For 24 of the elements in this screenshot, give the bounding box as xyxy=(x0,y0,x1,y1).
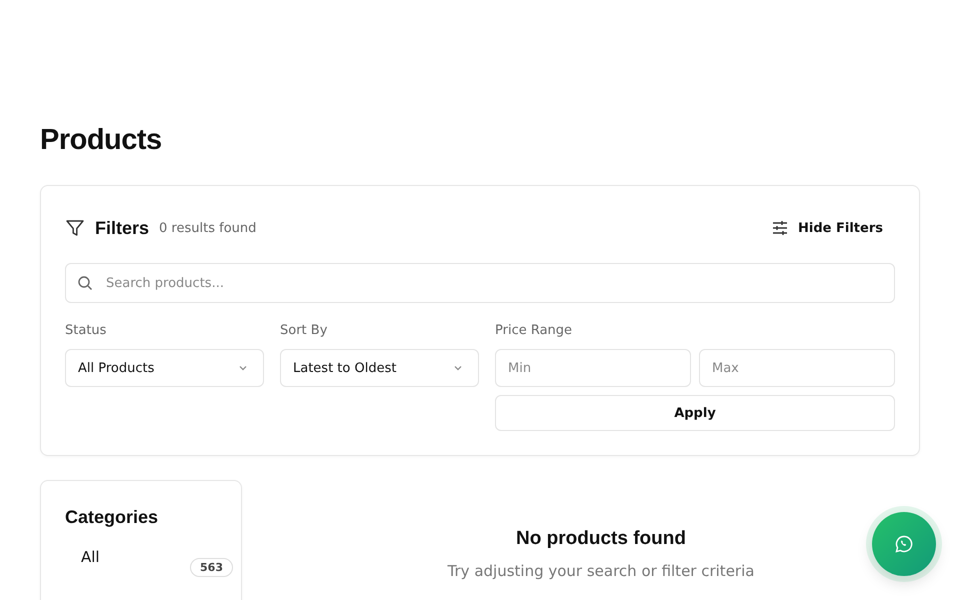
price-range-label: Price Range xyxy=(495,323,574,338)
empty-state-message: Try adjusting your search or filter criteria xyxy=(448,562,754,580)
status-dropdown[interactable]: All Products xyxy=(65,349,264,387)
max-price-field[interactable]: Max xyxy=(699,349,895,387)
sliders-icon xyxy=(772,220,788,236)
sort-dropdown[interactable]: Latest to Oldest xyxy=(280,349,479,387)
chat-button[interactable] xyxy=(872,512,936,576)
category-count: 563 xyxy=(190,558,233,577)
categories-title: Categories xyxy=(65,507,160,528)
category-item[interactable]: All 563 xyxy=(65,548,247,577)
search-field[interactable]: Search products... xyxy=(65,263,895,303)
filter-icon xyxy=(65,218,85,238)
search-icon xyxy=(77,275,93,291)
apply-button[interactable]: Apply xyxy=(495,395,895,431)
empty-state-title: No products found xyxy=(516,528,686,550)
hide-filters-button[interactable]: Hide Filters xyxy=(760,214,895,242)
category-name: All xyxy=(81,548,100,566)
chat-phone-icon xyxy=(895,535,913,553)
sort-label: Sort By xyxy=(280,323,328,338)
status-label: Status xyxy=(65,323,108,338)
min-price-field[interactable]: Min xyxy=(495,349,691,387)
results-count: 0 results found xyxy=(159,220,256,236)
page-title: Products xyxy=(40,124,163,157)
filters-title: Filters xyxy=(95,218,150,238)
